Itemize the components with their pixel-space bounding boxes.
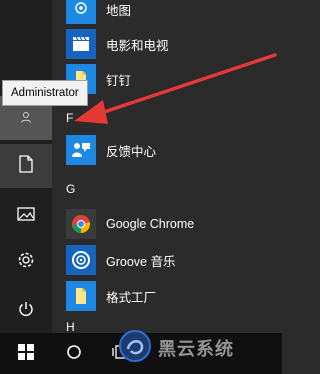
settings-button[interactable] — [0, 240, 52, 284]
groove-icon — [66, 245, 96, 275]
app-label: Google Chrome — [106, 217, 195, 231]
film-icon — [66, 29, 96, 59]
app-item-dingtalk[interactable]: 钉钉 — [66, 64, 276, 94]
app-item-groove-music[interactable]: Groove 音乐 — [66, 245, 276, 275]
chrome-icon — [66, 209, 96, 239]
user-tooltip: Administrator — [2, 80, 88, 106]
app-list: 地图 电影和电视 钉钉 F 反馈中心 G Google Chrome Groov… — [52, 0, 282, 334]
documents-button[interactable] — [0, 144, 52, 188]
search-circle-icon — [66, 344, 82, 364]
pictures-button[interactable] — [0, 193, 52, 237]
section-letter-h[interactable]: H — [66, 320, 75, 334]
app-item-movies-tv[interactable]: 电影和电视 — [66, 29, 276, 59]
app-label: 钉钉 — [106, 73, 132, 88]
power-button[interactable] — [0, 289, 52, 333]
app-label: 格式工厂 — [106, 290, 157, 305]
formatfactory-icon — [66, 281, 96, 311]
feedback-icon — [66, 135, 96, 165]
app-label: 地图 — [106, 3, 132, 18]
start-button[interactable] — [0, 333, 52, 374]
app-label: 电影和电视 — [106, 38, 169, 53]
section-letter-f[interactable]: F — [66, 111, 73, 125]
start-rail — [0, 0, 52, 333]
watermark-text: 黑云系统 — [158, 339, 234, 360]
section-letter-g[interactable]: G — [66, 182, 75, 196]
watermark-logo-icon — [118, 329, 152, 367]
windows-logo-icon — [18, 343, 34, 364]
app-label: Groove 音乐 — [106, 254, 176, 269]
map-icon — [66, 0, 96, 24]
power-icon — [17, 300, 35, 322]
picture-icon — [17, 206, 35, 225]
watermark: 黑云系统 — [118, 322, 282, 374]
tooltip-text: Administrator — [11, 87, 79, 99]
app-label: 反馈中心 — [106, 144, 157, 159]
app-item-feedback-hub[interactable]: 反馈中心 — [66, 135, 276, 165]
app-item-maps[interactable]: 地图 — [66, 0, 276, 24]
search-button[interactable] — [54, 333, 94, 374]
app-item-format-factory[interactable]: 格式工厂 — [66, 281, 276, 311]
user-icon — [19, 109, 33, 128]
app-item-google-chrome[interactable]: Google Chrome — [66, 209, 276, 239]
gear-icon — [17, 251, 35, 273]
document-icon — [19, 155, 33, 177]
